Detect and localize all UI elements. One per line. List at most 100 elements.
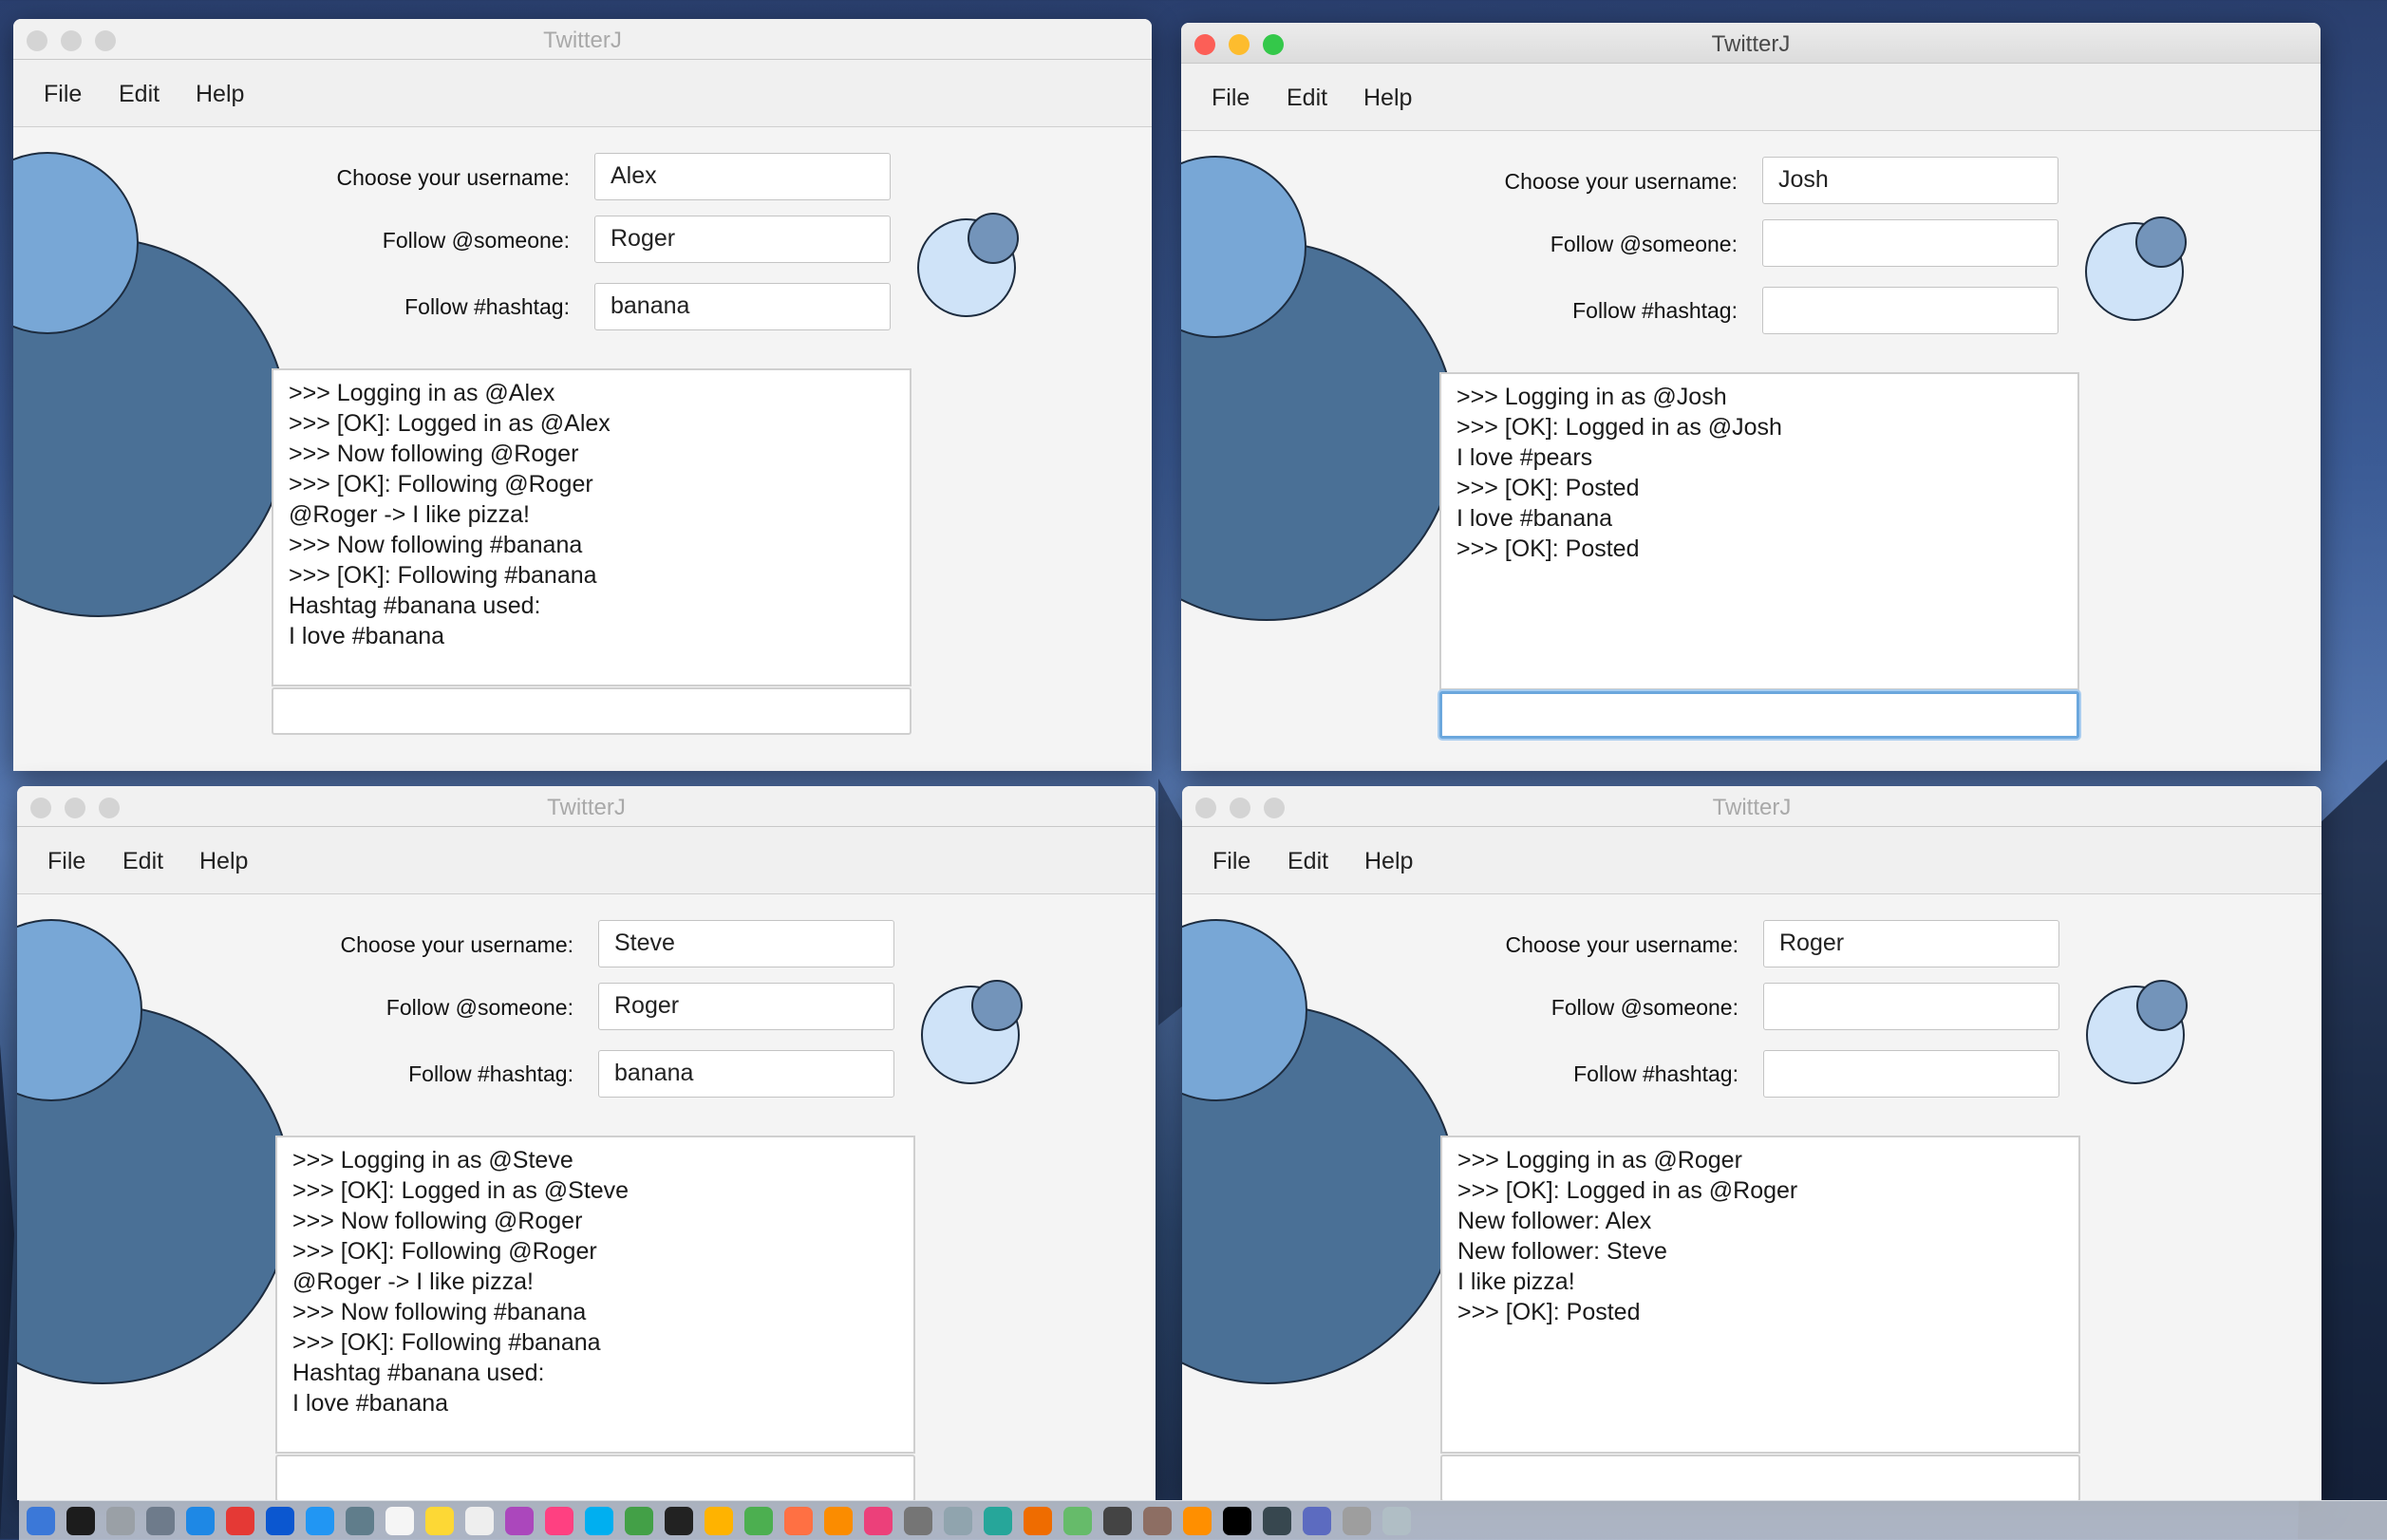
follow-user-label: Follow @someone: xyxy=(1550,232,1738,256)
username-input[interactable]: Steve xyxy=(598,920,894,967)
reminders-icon[interactable] xyxy=(465,1507,494,1535)
log-line: >>> Now following #banana xyxy=(292,1299,587,1325)
message-input[interactable] xyxy=(1440,1455,2080,1500)
terminal-icon[interactable] xyxy=(665,1507,693,1535)
log-line: >>> [OK]: Following #banana xyxy=(292,1329,601,1356)
ibooks-icon[interactable] xyxy=(824,1507,853,1535)
titlebar[interactable]: TwitterJ xyxy=(1181,23,2321,64)
firefox-icon[interactable] xyxy=(266,1507,294,1535)
log-line: >>> [OK]: Posted xyxy=(1457,475,1640,501)
window-title: TwitterJ xyxy=(547,795,626,820)
menu-help[interactable]: Help xyxy=(199,848,248,875)
numbers-icon[interactable] xyxy=(744,1507,773,1535)
app-icon[interactable] xyxy=(944,1507,972,1535)
preview-icon[interactable] xyxy=(346,1507,374,1535)
menu-bar: File Edit Help xyxy=(1181,64,2321,131)
notes-icon[interactable] xyxy=(425,1507,454,1535)
stage-icon[interactable] xyxy=(1183,1507,1212,1535)
window-content: Choose your username: Follow @someone: F… xyxy=(1181,131,2321,771)
username-input[interactable]: Alex xyxy=(594,153,891,200)
window-icon[interactable] xyxy=(1303,1507,1331,1535)
menu-help[interactable]: Help xyxy=(196,81,244,108)
menu-edit[interactable]: Edit xyxy=(119,81,160,108)
follow-hashtag-input[interactable]: banana xyxy=(598,1050,894,1098)
photos-icon[interactable] xyxy=(505,1507,534,1535)
follow-hashtag-label: Follow #hashtag: xyxy=(1572,298,1738,323)
log-line: I love #banana xyxy=(1457,505,1613,532)
menu-edit[interactable]: Edit xyxy=(1287,85,1327,112)
follow-user-input[interactable] xyxy=(1762,219,2058,267)
rocket-icon[interactable] xyxy=(146,1507,175,1535)
activity-log[interactable]: >>> Logging in as @Alex >>> [OK]: Logged … xyxy=(272,368,912,686)
window-title: TwitterJ xyxy=(1711,31,1791,57)
follow-hashtag-input[interactable] xyxy=(1763,1050,2059,1098)
username-label: Choose your username: xyxy=(336,165,570,190)
follow-user-input[interactable]: Roger xyxy=(598,983,894,1030)
app-window-roger[interactable]: TwitterJ File Edit Help Choose your user… xyxy=(1182,786,2321,1500)
log-line: Hashtag #banana used: xyxy=(292,1360,545,1386)
app-window-alex[interactable]: TwitterJ File Edit Help Choose your user… xyxy=(13,19,1152,771)
activity-icon[interactable] xyxy=(1263,1507,1291,1535)
activity-log[interactable]: >>> Logging in as @Steve >>> [OK]: Logged… xyxy=(275,1136,915,1454)
menu-edit[interactable]: Edit xyxy=(1287,848,1328,875)
log-line: >>> [OK]: Logged in as @Steve xyxy=(292,1177,630,1204)
itunes-icon[interactable] xyxy=(545,1507,573,1535)
chrome-icon[interactable] xyxy=(226,1507,254,1535)
follow-hashtag-label: Follow #hashtag: xyxy=(408,1061,573,1086)
app-window-josh[interactable]: TwitterJ File Edit Help Choose your user… xyxy=(1181,23,2321,771)
log-line: >>> [OK]: Logged in as @Josh xyxy=(1457,414,1782,441)
idea-icon[interactable] xyxy=(1223,1507,1251,1535)
message-input[interactable] xyxy=(1439,691,2079,739)
keynote-icon[interactable] xyxy=(705,1507,733,1535)
menu-help[interactable]: Help xyxy=(1364,848,1413,875)
menu-file[interactable]: File xyxy=(1212,85,1250,112)
appstore-icon[interactable] xyxy=(306,1507,334,1535)
menu-edit[interactable]: Edit xyxy=(122,848,163,875)
follow-user-input[interactable] xyxy=(1763,983,2059,1030)
menu-file[interactable]: File xyxy=(44,81,82,108)
music-icon[interactable] xyxy=(864,1507,893,1535)
activity-log[interactable]: >>> Logging in as @Roger >>> [OK]: Logged… xyxy=(1440,1136,2080,1454)
follow-hashtag-input[interactable]: banana xyxy=(594,283,891,330)
titlebar[interactable]: TwitterJ xyxy=(13,19,1152,60)
titlebar[interactable]: TwitterJ xyxy=(1182,786,2321,827)
titlebar[interactable]: TwitterJ xyxy=(17,786,1156,827)
message-input[interactable] xyxy=(275,1455,915,1500)
scanner-icon[interactable] xyxy=(1143,1507,1172,1535)
calendar-icon[interactable] xyxy=(385,1507,414,1535)
follow-user-input[interactable]: Roger xyxy=(594,216,891,263)
menu-file[interactable]: File xyxy=(47,848,85,875)
menu-help[interactable]: Help xyxy=(1363,85,1412,112)
small-circle-graphic xyxy=(968,213,1019,264)
username-input[interactable]: Roger xyxy=(1763,920,2059,967)
messages-icon[interactable] xyxy=(625,1507,653,1535)
log-line: >>> Logging in as @Alex xyxy=(289,380,555,406)
launchpad-icon[interactable] xyxy=(106,1507,135,1535)
log-line: @Roger -> I like pizza! xyxy=(292,1268,534,1295)
window-content: Choose your username: Follow @someone: F… xyxy=(1182,894,2321,1500)
settings-icon[interactable] xyxy=(904,1507,932,1535)
java-icon[interactable] xyxy=(1024,1507,1052,1535)
trash-icon[interactable] xyxy=(1382,1507,1411,1535)
small-circle-graphic xyxy=(2136,980,2188,1031)
wechat-icon[interactable] xyxy=(1063,1507,1092,1535)
menu-file[interactable]: File xyxy=(1212,848,1250,875)
activity-log[interactable]: >>> Logging in as @Josh >>> [OK]: Logged … xyxy=(1439,372,2079,690)
siri-icon[interactable] xyxy=(66,1507,95,1535)
folder-icon[interactable] xyxy=(1343,1507,1371,1535)
vpn-icon[interactable] xyxy=(984,1507,1012,1535)
finder-icon[interactable] xyxy=(27,1507,55,1535)
username-input[interactable]: Josh xyxy=(1762,157,2058,204)
follow-user-label: Follow @someone: xyxy=(382,228,570,253)
skype-icon[interactable] xyxy=(585,1507,613,1535)
ink-icon[interactable] xyxy=(1103,1507,1132,1535)
app-window-steve[interactable]: TwitterJ File Edit Help Choose your user… xyxy=(17,786,1156,1500)
log-line: >>> Now following @Roger xyxy=(292,1208,583,1234)
follow-hashtag-input[interactable] xyxy=(1762,287,2058,334)
message-input[interactable] xyxy=(272,687,912,735)
log-line: >>> [OK]: Logged in as @Alex xyxy=(289,410,611,437)
safari-icon[interactable] xyxy=(186,1507,215,1535)
log-line: >>> Now following @Roger xyxy=(289,441,579,467)
window-content: Choose your username: Follow @someone: F… xyxy=(17,894,1156,1500)
charts-icon[interactable] xyxy=(784,1507,813,1535)
